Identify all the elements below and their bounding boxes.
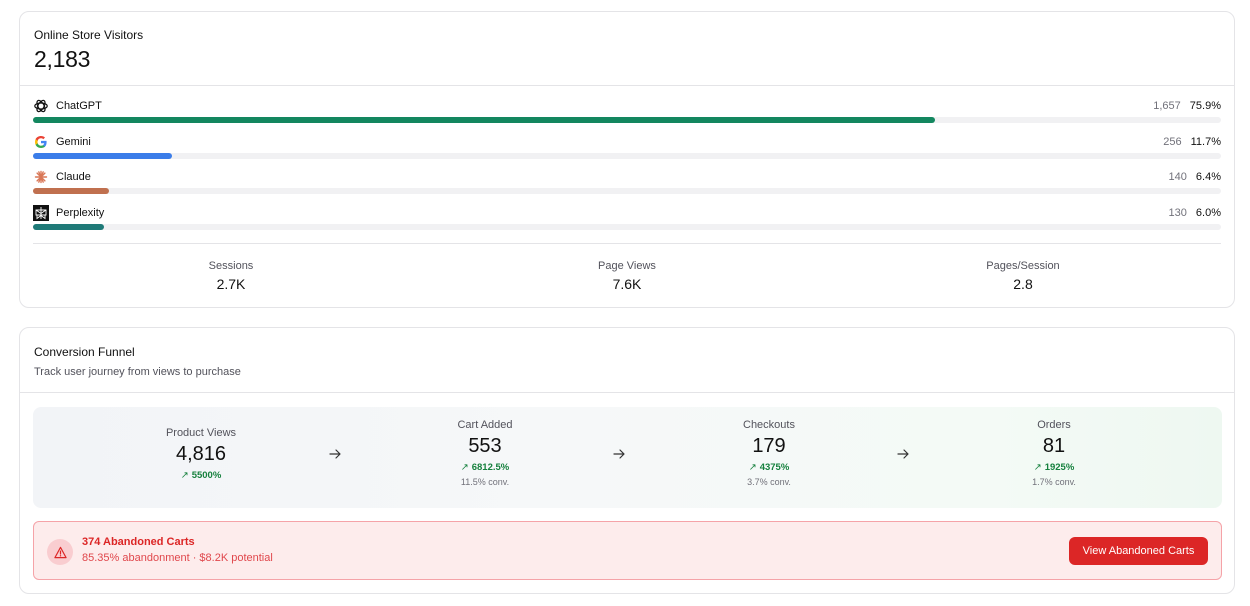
source-row-chatgpt[interactable]: ChatGPT 1,657 75.9% bbox=[33, 95, 1221, 131]
source-count: 1,657 bbox=[1153, 100, 1181, 112]
stage-label: Cart Added bbox=[457, 419, 513, 431]
chatgpt-icon bbox=[33, 98, 49, 114]
source-percent: 11.7% bbox=[1190, 135, 1221, 148]
metric-label: Page Views bbox=[598, 260, 656, 272]
source-bar-track bbox=[33, 152, 1221, 159]
metric-value: 2.8 bbox=[1013, 276, 1033, 292]
source-name: Gemini bbox=[56, 135, 91, 148]
source-name: ChatGPT bbox=[56, 100, 102, 112]
source-bar-fill bbox=[33, 188, 110, 194]
source-percent: 75.9% bbox=[1189, 100, 1221, 112]
visitors-title: Online Store Visitors bbox=[34, 28, 144, 42]
stage-checkouts[interactable]: Checkouts 179 ↗ 4375% 3.7% conv. bbox=[669, 419, 869, 487]
arrow-right-icon bbox=[613, 449, 625, 459]
source-bar-fill bbox=[33, 152, 172, 159]
trend-up-icon: ↗ bbox=[180, 470, 189, 481]
stage-label: Checkouts bbox=[743, 419, 795, 431]
source-bar-track bbox=[33, 223, 1221, 230]
metric-label: Sessions bbox=[208, 260, 254, 272]
stage-label: Product Views bbox=[165, 427, 237, 439]
funnel-header: Conversion Funnel Track user journey fro… bbox=[20, 328, 1234, 393]
view-abandoned-carts-button[interactable]: View Abandoned Carts bbox=[1069, 537, 1208, 565]
stage-change: ↗ 4375% bbox=[748, 462, 790, 473]
visitors-card: Online Store Visitors 2,183 ChatGPT 1,65… bbox=[19, 11, 1235, 308]
perplexity-icon bbox=[33, 204, 49, 221]
source-count: 256 bbox=[1163, 135, 1182, 148]
stage-conversion: 1.7% conv. bbox=[1032, 477, 1076, 487]
stage-cart-added[interactable]: Cart Added 553 ↗ 6812.5% 11.5% conv. bbox=[385, 419, 585, 487]
stage-value: 553 bbox=[468, 435, 502, 457]
metric-page-views: Page Views 7.6K bbox=[429, 244, 825, 303]
source-bar-track bbox=[33, 117, 1221, 123]
abandoned-carts-alert: 374 Abandoned Carts 85.35% abandonment ·… bbox=[33, 521, 1222, 580]
claude-icon bbox=[33, 169, 49, 185]
warning-triangle-icon bbox=[47, 539, 73, 565]
metric-value: 7.6K bbox=[612, 276, 642, 292]
stage-value: 179 bbox=[752, 435, 786, 457]
stage-product-views[interactable]: Product Views 4,816 ↗ 5500% bbox=[101, 427, 301, 481]
stage-orders[interactable]: Orders 81 ↗ 1925% 1.7% conv. bbox=[954, 419, 1154, 487]
visitor-metrics: Sessions 2.7K Page Views 7.6K Pages/Sess… bbox=[33, 243, 1221, 303]
source-row-gemini[interactable]: Gemini 256 11.7% bbox=[33, 131, 1221, 167]
source-percent: 6.4% bbox=[1195, 171, 1221, 183]
stage-value: 81 bbox=[1042, 435, 1066, 457]
stage-conversion: 3.7% conv. bbox=[747, 477, 791, 487]
conversion-funnel-card: Conversion Funnel Track user journey fro… bbox=[19, 327, 1235, 594]
metric-pages-per-session: Pages/Session 2.8 bbox=[825, 244, 1221, 303]
source-bar-fill bbox=[33, 117, 935, 123]
source-count: 130 bbox=[1168, 206, 1187, 219]
metric-sessions: Sessions 2.7K bbox=[33, 244, 429, 303]
source-count: 140 bbox=[1168, 171, 1187, 183]
source-row-perplexity[interactable]: Perplexity 130 6.0% bbox=[33, 202, 1221, 238]
arrow-right-icon bbox=[897, 449, 909, 459]
stage-change: ↗ 5500% bbox=[180, 470, 222, 481]
visitors-total: 2,183 bbox=[34, 46, 91, 72]
source-percent: 6.0% bbox=[1195, 206, 1221, 219]
alert-title: 374 Abandoned Carts bbox=[82, 536, 195, 548]
source-bar-fill bbox=[33, 223, 105, 230]
arrow-right-icon bbox=[329, 449, 341, 459]
source-name: Perplexity bbox=[56, 206, 105, 219]
visitors-header: Online Store Visitors 2,183 bbox=[20, 12, 1234, 86]
gemini-icon bbox=[33, 134, 49, 150]
trend-up-icon: ↗ bbox=[1033, 462, 1042, 473]
source-bar-track bbox=[33, 188, 1221, 194]
metric-label: Pages/Session bbox=[986, 260, 1060, 272]
funnel-stages: Product Views 4,816 ↗ 5500% Cart Added 55… bbox=[33, 407, 1222, 508]
alert-subtitle: 85.35% abandonment · $8.2K potential bbox=[82, 552, 273, 564]
stage-change: ↗ 1925% bbox=[1033, 462, 1075, 473]
source-row-claude[interactable]: Claude 140 6.4% bbox=[33, 166, 1221, 202]
stage-change: ↗ 6812.5% bbox=[460, 462, 510, 473]
trend-up-icon: ↗ bbox=[460, 462, 469, 473]
source-name: Claude bbox=[56, 171, 91, 183]
stage-label: Orders bbox=[1037, 419, 1071, 431]
metric-value: 2.7K bbox=[216, 276, 246, 292]
stage-value: 4,816 bbox=[175, 443, 227, 465]
trend-up-icon: ↗ bbox=[748, 462, 757, 473]
stage-conversion: 11.5% conv. bbox=[460, 477, 510, 487]
traffic-sources-list: ChatGPT 1,657 75.9% Gemini 256 11.7% Cla… bbox=[20, 95, 1234, 237]
funnel-subtitle: Track user journey from views to purchas… bbox=[34, 366, 241, 378]
funnel-title: Conversion Funnel bbox=[34, 345, 135, 359]
